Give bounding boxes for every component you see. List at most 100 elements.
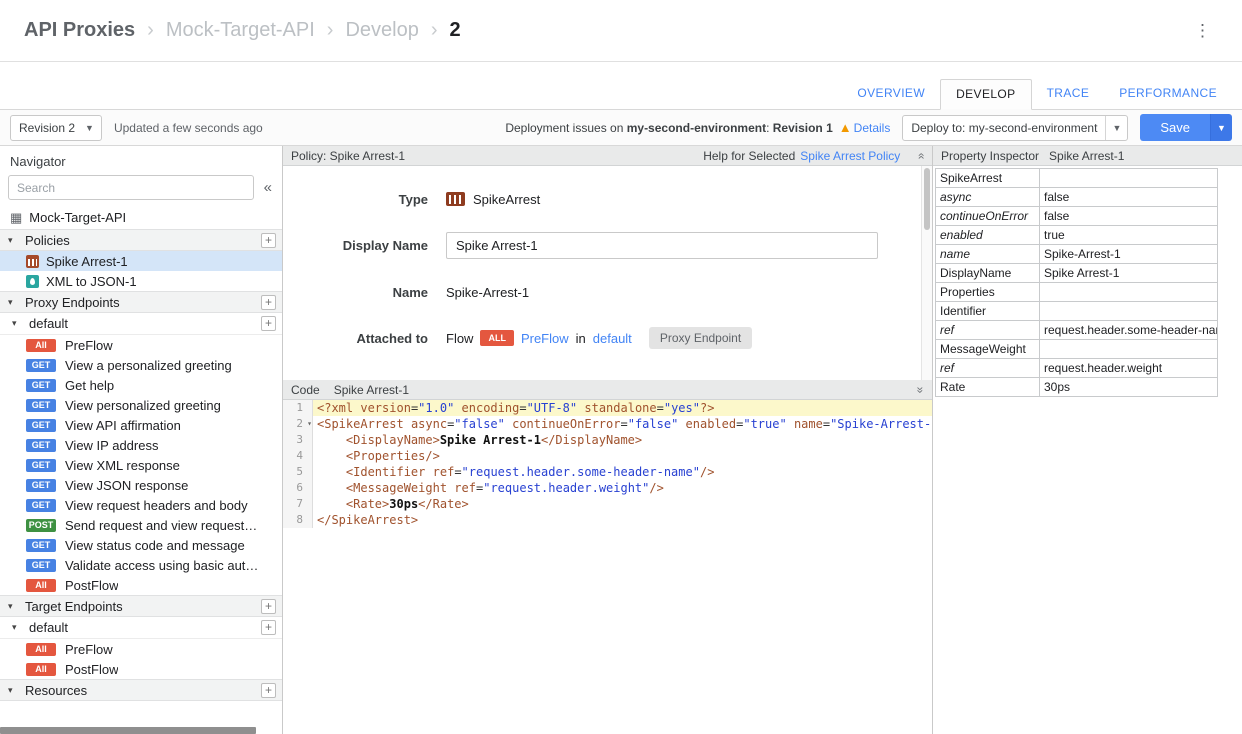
name-label: Name bbox=[283, 285, 428, 300]
type-label: Type bbox=[283, 192, 428, 207]
nav-item-label: Resources bbox=[25, 683, 87, 698]
method-badge: GET bbox=[26, 479, 56, 492]
nav-flow-view-api-affirmation[interactable]: GETView API affirmation bbox=[0, 415, 282, 435]
nav-flow-view-request-headers-and-body[interactable]: GETView request headers and body bbox=[0, 495, 282, 515]
nav-api-mock-target-api[interactable]: ▦Mock-Target-API bbox=[0, 206, 282, 229]
nav-item-label: View API affirmation bbox=[65, 418, 181, 433]
help-for-selected-text: Help for Selected bbox=[703, 149, 795, 163]
default-endpoint-link[interactable]: default bbox=[593, 331, 632, 346]
nav-item-label: Proxy Endpoints bbox=[25, 295, 120, 310]
collapse-policy-panel-icon[interactable]: » bbox=[914, 152, 928, 159]
property-value[interactable]: request.header.weight bbox=[1040, 359, 1218, 378]
nav-item-label: View request headers and body bbox=[65, 498, 248, 513]
add-button[interactable]: + bbox=[261, 599, 276, 614]
collapse-code-panel-icon[interactable]: » bbox=[914, 386, 928, 393]
fold-caret-icon[interactable]: ▾ bbox=[307, 416, 312, 432]
nav-section-resources[interactable]: ▾Resources+ bbox=[0, 679, 282, 701]
property-value[interactable]: true bbox=[1040, 226, 1218, 245]
nav-item-label: default bbox=[29, 316, 68, 331]
property-row-ref: refrequest.header.weight bbox=[936, 359, 1218, 378]
collapse-caret-icon: ▾ bbox=[12, 318, 22, 329]
add-button[interactable]: + bbox=[261, 233, 276, 248]
collapse-navigator-button[interactable]: « bbox=[260, 179, 276, 196]
tab-develop[interactable]: DEVELOP bbox=[940, 79, 1032, 110]
nav-section-policies[interactable]: ▾Policies+ bbox=[0, 229, 282, 251]
property-label: ref bbox=[936, 359, 1040, 378]
property-value[interactable]: Spike-Arrest-1 bbox=[1040, 245, 1218, 264]
nav-flow-get-help[interactable]: GETGet help bbox=[0, 375, 282, 395]
save-button[interactable]: Save bbox=[1140, 114, 1210, 141]
navigator-title: Navigator bbox=[0, 146, 282, 171]
kebab-menu-icon[interactable]: ⋮ bbox=[1188, 17, 1218, 45]
policy-panel-scrollbar[interactable] bbox=[921, 166, 932, 380]
code-line-2: 2▾<SpikeArrest async="false" continueOnE… bbox=[283, 416, 932, 432]
spike-arrest-policy-icon bbox=[26, 255, 39, 268]
add-button[interactable]: + bbox=[261, 316, 276, 331]
nav-section-target-endpoints[interactable]: ▾Target Endpoints+ bbox=[0, 595, 282, 617]
nav-flow-view-ip-address[interactable]: GETView IP address bbox=[0, 435, 282, 455]
nav-policy-xml-to-json-1[interactable]: XML to JSON-1 bbox=[0, 271, 282, 291]
method-badge: All bbox=[26, 663, 56, 676]
navigator-panel: Navigator « ▦Mock-Target-API▾Policies+ Sp… bbox=[0, 146, 283, 734]
nav-policy-spike-arrest-1[interactable]: Spike Arrest-1 bbox=[0, 251, 282, 271]
property-value[interactable]: 30ps bbox=[1040, 378, 1218, 397]
property-value[interactable]: false bbox=[1040, 207, 1218, 226]
code-line-text: <DisplayName>Spike Arrest-1</DisplayName… bbox=[313, 432, 932, 448]
property-value[interactable] bbox=[1040, 169, 1218, 188]
add-button[interactable]: + bbox=[261, 620, 276, 635]
nav-flow-preflow[interactable]: AllPreFlow bbox=[0, 639, 282, 659]
property-value[interactable]: Spike Arrest-1 bbox=[1040, 264, 1218, 283]
save-dropdown-button[interactable]: ▼ bbox=[1210, 114, 1232, 141]
nav-section-proxy-endpoints[interactable]: ▾Proxy Endpoints+ bbox=[0, 291, 282, 313]
search-input[interactable] bbox=[8, 175, 254, 200]
nav-flow-view-xml-response[interactable]: GETView XML response bbox=[0, 455, 282, 475]
nav-flow-validate-access-using-basic-aut[interactable]: GETValidate access using basic aut… bbox=[0, 555, 282, 575]
property-rows: SpikeArrestasyncfalsecontinueOnErrorfals… bbox=[936, 169, 1218, 397]
nav-item-label: Spike Arrest-1 bbox=[46, 254, 128, 269]
horizontal-scrollbar-thumb[interactable] bbox=[0, 727, 256, 734]
add-button[interactable]: + bbox=[261, 683, 276, 698]
nav-flow-send-request-and-view-request[interactable]: POSTSend request and view request… bbox=[0, 515, 282, 535]
breadcrumb-item-api-proxies[interactable]: API Proxies bbox=[24, 19, 135, 42]
nav-flow-postflow[interactable]: AllPostFlow bbox=[0, 575, 282, 595]
nav-flow-view-personalized-greeting[interactable]: GETView personalized greeting bbox=[0, 395, 282, 415]
add-button[interactable]: + bbox=[261, 295, 276, 310]
revision-select[interactable]: Revision 2 ▼ bbox=[10, 115, 102, 141]
policy-panel-title: Policy: Spike Arrest-1 bbox=[291, 149, 405, 163]
property-value[interactable] bbox=[1040, 302, 1218, 321]
page-header: API Proxies›Mock-Target-API›Develop›2 ⋮ bbox=[0, 0, 1242, 62]
property-value[interactable]: false bbox=[1040, 188, 1218, 207]
method-badge: GET bbox=[26, 539, 56, 552]
property-value[interactable] bbox=[1040, 283, 1218, 302]
nav-flow-view-status-code-and-message[interactable]: GETView status code and message bbox=[0, 535, 282, 555]
nav-subsection-default[interactable]: ▾default+ bbox=[0, 617, 282, 639]
details-link[interactable]: Details bbox=[854, 121, 891, 135]
property-label: ref bbox=[936, 321, 1040, 340]
type-row: Type SpikeArrest bbox=[283, 186, 932, 212]
nav-flow-view-json-response[interactable]: GETView JSON response bbox=[0, 475, 282, 495]
nav-subsection-default[interactable]: ▾ default + bbox=[0, 313, 282, 335]
preflow-link[interactable]: PreFlow bbox=[521, 331, 569, 346]
property-value[interactable] bbox=[1040, 340, 1218, 359]
breadcrumb-item-develop[interactable]: Develop bbox=[345, 19, 418, 42]
breadcrumb-item-mock-target-api[interactable]: Mock-Target-API bbox=[166, 19, 315, 42]
deploy-to-select[interactable]: Deploy to: my-second-environment ▼ bbox=[902, 115, 1128, 141]
help-policy-link[interactable]: Spike Arrest Policy bbox=[800, 149, 900, 163]
scrollbar-thumb[interactable] bbox=[924, 168, 930, 230]
chevron-down-icon: ▼ bbox=[1105, 116, 1127, 140]
code-editor[interactable]: 1<?xml version="1.0" encoding="UTF-8" st… bbox=[283, 400, 932, 734]
tab-performance[interactable]: PERFORMANCE bbox=[1104, 79, 1232, 109]
property-label: Rate bbox=[936, 378, 1040, 397]
tab-trace[interactable]: TRACE bbox=[1032, 79, 1105, 109]
display-name-input[interactable] bbox=[446, 232, 878, 259]
line-number: 5 bbox=[283, 464, 313, 480]
proxy-endpoint-chip[interactable]: Proxy Endpoint bbox=[649, 327, 752, 349]
property-value[interactable]: request.header.some-header-name bbox=[1040, 321, 1218, 340]
tab-overview[interactable]: OVERVIEW bbox=[842, 79, 940, 109]
nav-flow-postflow[interactable]: AllPostFlow bbox=[0, 659, 282, 679]
nav-item-label: XML to JSON-1 bbox=[46, 274, 137, 289]
nav-flow-view-a-personalized-greeting[interactable]: GETView a personalized greeting bbox=[0, 355, 282, 375]
nav-flow-preflow[interactable]: AllPreFlow bbox=[0, 335, 282, 355]
nav-item-label: PreFlow bbox=[65, 338, 113, 353]
all-flows-badge: ALL bbox=[480, 330, 514, 346]
